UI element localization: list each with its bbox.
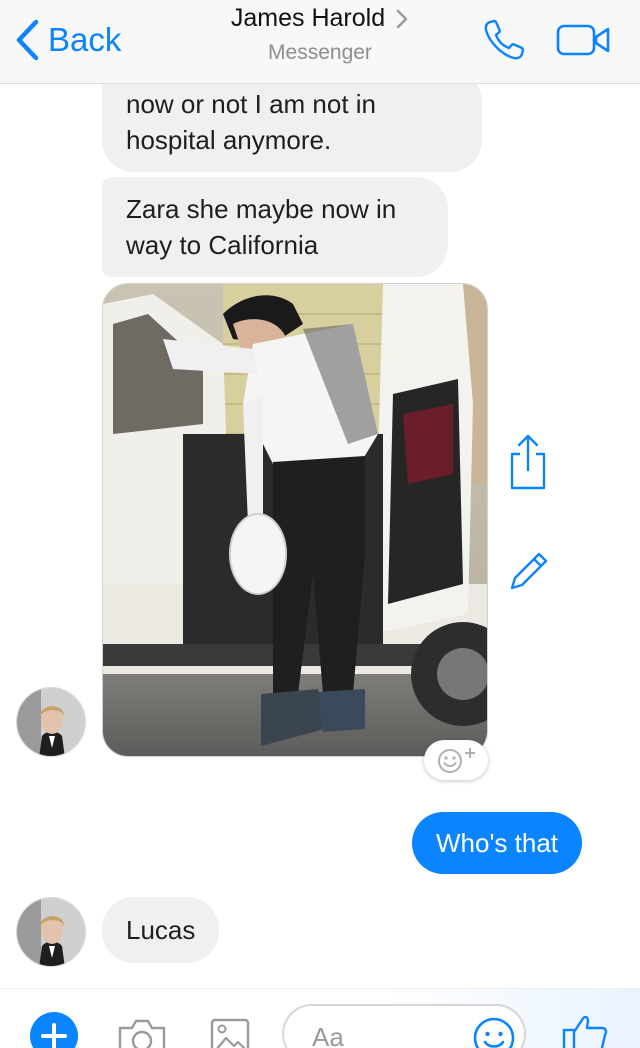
message-text: way to California [126, 230, 319, 260]
image-icon [210, 1018, 250, 1048]
conversation-header: Back James Harold Messenger [0, 0, 640, 84]
contact-subtitle: Messenger [268, 41, 372, 64]
message-bubble-incoming[interactable]: Zara she maybe now in way to California [102, 177, 448, 277]
contact-name: James Harold [230, 4, 386, 32]
emoji-icon [473, 1017, 515, 1048]
message-text: Who's that [436, 828, 559, 858]
message-input[interactable]: Aa [282, 1004, 526, 1048]
share-button[interactable] [506, 432, 550, 497]
like-button[interactable] [560, 1012, 610, 1048]
call-button[interactable] [480, 16, 528, 69]
camera-button[interactable] [116, 1016, 168, 1048]
chevron-left-icon [16, 19, 39, 61]
add-reaction-button[interactable] [424, 740, 488, 780]
message-bubble-outgoing[interactable]: Who's that [412, 812, 583, 874]
video-call-button[interactable] [556, 22, 612, 63]
avatar-image [17, 688, 85, 756]
add-button[interactable] [30, 1012, 78, 1048]
message-text: now or not I am not in [126, 89, 377, 119]
pencil-icon [510, 552, 548, 590]
edit-button[interactable] [506, 548, 552, 599]
photo-attachment[interactable] [102, 283, 488, 757]
add-reaction-icon [438, 748, 475, 773]
message-bubble-incoming[interactable]: now or not I am not in hospital anymore. [102, 70, 482, 172]
plus-icon [30, 1012, 78, 1048]
back-label: Back [48, 21, 122, 58]
message-text: Lucas [126, 915, 196, 945]
message-bubble-incoming[interactable]: Lucas [102, 897, 220, 963]
avatar[interactable] [16, 897, 86, 967]
gallery-button[interactable] [208, 1016, 252, 1048]
share-icon [510, 434, 546, 490]
message-input-placeholder: Aa [312, 1022, 344, 1048]
video-camera-icon [556, 24, 610, 56]
phone-icon [484, 19, 525, 60]
camera-icon [118, 1019, 166, 1048]
emoji-button[interactable] [472, 1016, 516, 1048]
contact-title[interactable]: James Harold Messenger [160, 4, 480, 65]
thumbs-up-icon [562, 1015, 608, 1048]
shared-photo [103, 284, 487, 756]
chevron-right-icon [396, 9, 408, 28]
avatar[interactable] [16, 687, 86, 757]
back-button[interactable]: Back [14, 18, 121, 62]
message-text: hospital anymore. [126, 125, 332, 155]
avatar-image [17, 898, 85, 966]
message-text: Zara she maybe now in [126, 194, 397, 224]
